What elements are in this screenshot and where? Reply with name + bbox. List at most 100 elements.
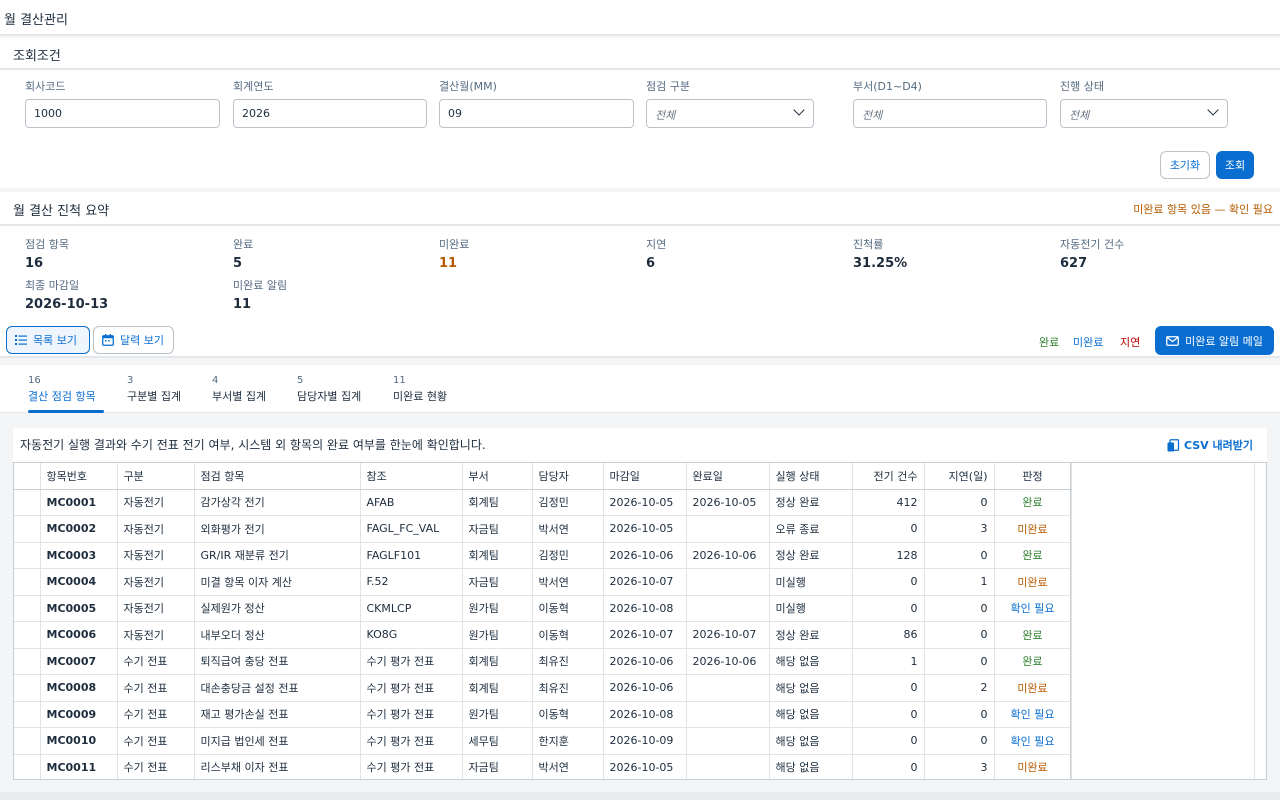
- kpi-label: 미완료: [439, 238, 470, 251]
- column-header[interactable]: 점검 항목: [194, 463, 361, 490]
- row-selector-cell[interactable]: [14, 648, 41, 675]
- table-row[interactable]: MC0003 자동전기 GR/IR 재분류 전기 FAGLF101 회계팀 김정민 2026…: [14, 542, 1072, 569]
- posting-count-cell: 1: [852, 648, 925, 675]
- tab-incomplete-status[interactable]: 11 미완료 현황: [393, 375, 447, 404]
- column-header[interactable]: 부서: [462, 463, 533, 490]
- tab-by-department[interactable]: 4 부서별 집계: [212, 375, 266, 404]
- closing-month-input[interactable]: 09: [439, 99, 634, 128]
- search-button[interactable]: 조회: [1216, 151, 1254, 179]
- verdict-cell: 확인 필요: [994, 701, 1072, 728]
- table-row[interactable]: MC0009 수기 전표 재고 평가손실 전표 수기 평가 전표 원가팀 이동혁 2026-…: [14, 701, 1072, 728]
- kpi-value: 11: [233, 297, 252, 312]
- type-cell: 수기 전표: [117, 648, 195, 675]
- check-type-select[interactable]: 전체: [646, 99, 814, 128]
- delay-days-cell: 0: [924, 727, 995, 755]
- delay-days-cell: 3: [924, 754, 995, 779]
- owner-cell: 이동혁: [532, 595, 604, 622]
- tab-bar: 16 결산 점검 항목 3 구분별 집계 4 부서별 집계 5 담당자별 집계 …: [0, 365, 1280, 413]
- item-id-cell: MC0010: [40, 727, 118, 755]
- column-header[interactable]: 구분: [117, 463, 195, 490]
- download-file-icon: [1167, 438, 1180, 451]
- row-selector-cell[interactable]: [14, 489, 41, 516]
- table-row[interactable]: MC0011 수기 전표 리스부채 이자 전표 수기 평가 전표 자금팀 박서연 2026-…: [14, 754, 1072, 779]
- due-date-cell: 2026-10-05: [603, 754, 687, 779]
- exec-status-cell: 정상 완료: [769, 621, 853, 649]
- calendar-view-button[interactable]: 달력 보기: [93, 326, 174, 354]
- fiscal-year-input[interactable]: 2026: [233, 99, 427, 128]
- item-id-cell: MC0008: [40, 674, 118, 702]
- row-selector-cell[interactable]: [14, 727, 41, 755]
- department-input[interactable]: 전체: [853, 99, 1047, 128]
- reference-cell: 수기 평가 전표: [360, 754, 463, 779]
- check-items-table: 항목번호 구분 점검 항목 참조 부서 담당자 마감일 완료일 실행 상태 전기…: [13, 462, 1267, 780]
- column-header[interactable]: 전기 건수: [852, 463, 925, 490]
- done-date-cell: [686, 595, 770, 622]
- row-selector-cell[interactable]: [14, 568, 41, 596]
- active-tab-indicator: [28, 410, 104, 413]
- reset-button[interactable]: 초기화: [1160, 151, 1210, 179]
- owner-cell: 최유진: [532, 674, 604, 702]
- column-header[interactable]: 실행 상태: [769, 463, 853, 490]
- divider: [1254, 463, 1255, 779]
- summary-title: 월 결산 진척 요약: [13, 204, 110, 219]
- row-selector-cell[interactable]: [14, 754, 41, 779]
- due-date-cell: 2026-10-06: [603, 648, 687, 675]
- csv-download-button[interactable]: CSV 내려받기: [1167, 437, 1253, 453]
- exec-status-cell: 해당 없음: [769, 727, 853, 755]
- due-date-cell: 2026-10-08: [603, 595, 687, 622]
- table-row[interactable]: MC0008 수기 전표 대손충당금 설정 전표 수기 평가 전표 회계팀 최유진 2026…: [14, 674, 1072, 702]
- table-row[interactable]: MC0010 수기 전표 미지급 법인세 전표 수기 평가 전표 세무팀 한지훈 2026-…: [14, 727, 1072, 755]
- tab-count: 5: [297, 375, 304, 386]
- table-row[interactable]: MC0001 자동전기 감가상각 전기 AFAB 회계팀 김정민 2026-10-05 202…: [14, 489, 1072, 516]
- list-view-button[interactable]: 목록 보기: [6, 326, 90, 354]
- column-header[interactable]: 참조: [360, 463, 463, 490]
- kpi-label: 진척률: [853, 238, 884, 251]
- table-row[interactable]: MC0002 자동전기 외화평가 전기 FAGL_FC_VAL 자금팀 박서연 2026-1…: [14, 515, 1072, 543]
- column-header[interactable]: 항목번호: [40, 463, 118, 490]
- due-date-cell: 2026-10-05: [603, 489, 687, 516]
- done-date-cell: [686, 701, 770, 728]
- row-selector-cell[interactable]: [14, 674, 41, 702]
- verdict-cell: 미완료: [994, 674, 1072, 702]
- type-cell: 자동전기: [117, 515, 195, 543]
- exec-status-cell: 미실행: [769, 568, 853, 596]
- incomplete-alert-mail-button[interactable]: 미완료 알림 메일: [1155, 326, 1274, 355]
- type-cell: 자동전기: [117, 568, 195, 596]
- fiscal-year-label: 회계연도: [233, 80, 274, 93]
- table-row[interactable]: MC0006 자동전기 내부오더 정산 KO8G 원가팀 이동혁 2026-10-07 202…: [14, 621, 1072, 649]
- done-date-cell: [686, 568, 770, 596]
- row-selector-cell[interactable]: [14, 701, 41, 728]
- progress-status-select[interactable]: 전체: [1060, 99, 1228, 128]
- tab-check-items[interactable]: 16 결산 점검 항목: [28, 375, 96, 404]
- posting-count-cell: 0: [852, 568, 925, 596]
- table-row[interactable]: MC0004 자동전기 미결 항목 이자 계산 F.52 자금팀 박서연 2026-10-0…: [14, 568, 1072, 596]
- page-title-bar: 월 결산관리: [0, 0, 1280, 36]
- due-date-cell: 2026-10-09: [603, 727, 687, 755]
- table-row[interactable]: MC0007 수기 전표 퇴직급여 충당 전표 수기 평가 전표 회계팀 최유진 2026-…: [14, 648, 1072, 675]
- posting-count-cell: 412: [852, 489, 925, 516]
- kpi-progress-rate: 진척률 31.25%: [853, 236, 907, 271]
- tab-by-type[interactable]: 3 구분별 집계: [127, 375, 181, 404]
- calendar-view-label: 달력 보기: [120, 334, 164, 347]
- filter-header: 조회조건: [0, 38, 1280, 70]
- company-code-input[interactable]: 1000: [25, 99, 220, 128]
- summary-warning: 미완료 항목 있음 — 확인 필요: [1133, 203, 1273, 216]
- column-header[interactable]: 완료일: [686, 463, 770, 490]
- column-header[interactable]: 마감일: [603, 463, 687, 490]
- row-selector-cell[interactable]: [14, 542, 41, 569]
- check-item-cell: 외화평가 전기: [194, 515, 361, 543]
- column-header[interactable]: 담당자: [532, 463, 604, 490]
- row-selector-cell[interactable]: [14, 621, 41, 649]
- tab-by-owner[interactable]: 5 담당자별 집계: [297, 375, 361, 404]
- column-header[interactable]: 판정: [994, 463, 1072, 490]
- table-row[interactable]: MC0005 자동전기 실제원가 정산 CKMLCP 원가팀 이동혁 2026-10-08 미…: [14, 595, 1072, 622]
- tab-label: 부서별 집계: [212, 390, 267, 403]
- department-cell: 회계팀: [462, 648, 533, 675]
- row-selector-cell[interactable]: [14, 595, 41, 622]
- item-id-cell: MC0002: [40, 515, 118, 543]
- check-item-cell: 재고 평가손실 전표: [194, 701, 361, 728]
- row-selector-cell[interactable]: [14, 515, 41, 543]
- verdict-cell: 완료: [994, 621, 1072, 649]
- owner-cell: 김정민: [532, 489, 604, 516]
- column-header[interactable]: 지연(일): [924, 463, 995, 490]
